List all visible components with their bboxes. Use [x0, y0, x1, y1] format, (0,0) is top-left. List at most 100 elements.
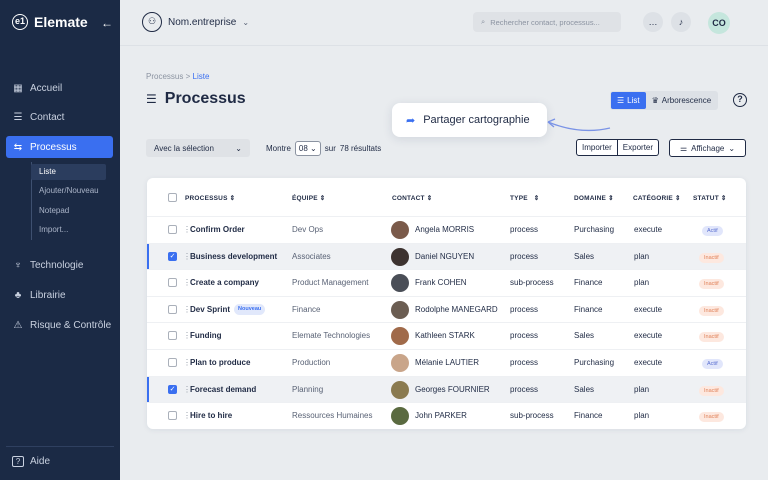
process-name: Forecast demand: [190, 384, 257, 394]
row-checkbox[interactable]: [168, 225, 177, 234]
column-header-domaine[interactable]: DOMAINE ⇕: [574, 194, 614, 202]
type-cell: process: [510, 331, 539, 341]
team-cell: Finance: [292, 304, 321, 314]
sidebar-item-technologie[interactable]: ♆ Technologie: [6, 254, 113, 276]
table-row[interactable]: ⋮ Hire to hire Ressources Humaines John PAR…: [147, 402, 746, 429]
org-name: Nom.entreprise: [168, 16, 237, 28]
row-checkbox[interactable]: [168, 411, 177, 421]
import-button[interactable]: Importer: [576, 139, 618, 156]
sidebar-item-accueil[interactable]: ▦ Accueil: [6, 77, 113, 99]
tech-icon: ♆: [14, 259, 22, 271]
sidebar-subitem-liste[interactable]: Liste: [31, 164, 106, 180]
process-name-cell[interactable]: Plan to produce: [190, 350, 250, 376]
view-tree-button[interactable]: ♛ Arborescence: [646, 92, 718, 109]
contact-cell[interactable]: John PARKER: [415, 403, 467, 429]
contact-cell[interactable]: Georges FOURNIER: [415, 377, 490, 403]
view-list-button[interactable]: ☰ List: [611, 92, 646, 109]
process-name-cell[interactable]: Dev Sprint Nouveau: [190, 297, 266, 323]
column-header-equipe[interactable]: ÉQUIPE ⇕: [292, 194, 325, 202]
process-name-cell[interactable]: Forecast demand: [190, 377, 256, 403]
display-options-button[interactable]: ⚌ Affichage ⌄: [669, 139, 746, 157]
list-icon: ☰: [146, 92, 157, 106]
contact-cell[interactable]: Angela MORRIS: [415, 217, 474, 243]
process-name-cell[interactable]: Confirm Order: [190, 217, 245, 243]
team-cell: Dev Ops: [292, 225, 324, 234]
share-mapping-tooltip[interactable]: ➦ Partager cartographie: [392, 103, 547, 137]
column-header-contact[interactable]: CONTACT ⇕: [392, 194, 432, 202]
table-row[interactable]: ✓ ⋮ Forecast demand Planning Georges FOURNIE…: [147, 375, 746, 403]
column-header-processus[interactable]: PROCESSUS ⇕: [185, 194, 235, 202]
sidebar-subitem-import[interactable]: Import...: [31, 222, 68, 238]
process-table: PROCESSUS ⇕ ÉQUIPE ⇕ CONTACT ⇕ TYPE ⇕ DO…: [147, 178, 746, 429]
sidebar-item-risque[interactable]: ⚠ Risque & Contrôle: [6, 314, 113, 336]
team-cell: Product Management: [292, 278, 369, 288]
sidebar-item-label: Processus: [30, 141, 77, 153]
column-header-categorie[interactable]: CATÉGORIE ⇕: [633, 194, 681, 202]
process-name: Create a company: [190, 278, 259, 288]
status-badge: Inactif: [699, 332, 724, 343]
table-row[interactable]: ⋮ Plan to produce Production Mélanie LAUTIE…: [147, 349, 746, 376]
help-label: Aide: [30, 456, 51, 467]
sidebar-item-librairie[interactable]: ♣ Librairie: [6, 284, 113, 306]
app-logo[interactable]: e1 Elemate: [12, 14, 88, 30]
sidebar-subitem-notepad[interactable]: Notepad: [31, 203, 69, 219]
table-row[interactable]: ⋮ Create a company Product Management Frank…: [147, 269, 746, 296]
process-name: Business development: [190, 251, 278, 261]
org-selector[interactable]: ⚇ Nom.entreprise ⌄: [142, 12, 249, 32]
process-name-cell[interactable]: Funding: [190, 323, 222, 349]
contact-cell[interactable]: Frank COHEN: [415, 270, 467, 296]
table-row[interactable]: ⋮ Confirm Order Dev Ops Angela MORRIS proces…: [147, 216, 746, 243]
sidebar-item-processus[interactable]: ⇆ Processus: [6, 136, 113, 158]
column-header-type[interactable]: TYPE ⇕: [510, 194, 539, 202]
contact-cell[interactable]: Kathleen STARK: [415, 323, 475, 349]
search-placeholder: Rechercher contact, processus...: [490, 17, 600, 27]
breadcrumb-parent[interactable]: Processus: [146, 72, 183, 81]
category-cell: execute: [634, 358, 663, 367]
help-button[interactable]: ?: [733, 93, 747, 107]
sidebar-subitem-ajouter[interactable]: Ajouter/Nouveau: [31, 183, 99, 199]
collapse-sidebar-icon[interactable]: ←: [101, 16, 113, 30]
chat-icon[interactable]: …: [643, 12, 663, 32]
row-checkbox[interactable]: [168, 331, 177, 341]
chevron-down-icon: ⌄: [235, 143, 242, 153]
domain-cell: Finance: [574, 304, 603, 314]
sidebar-item-label: Accueil: [30, 82, 63, 94]
search-input[interactable]: ⌕ Rechercher contact, processus...: [473, 12, 621, 32]
domain-cell: Purchasing: [574, 358, 615, 367]
contact-avatar: [391, 380, 409, 399]
user-avatar[interactable]: CO: [708, 12, 730, 34]
process-name-cell[interactable]: Hire to hire: [190, 403, 232, 429]
contact-cell[interactable]: Rodolphe MANEGARD: [415, 297, 498, 323]
process-name: Plan to produce: [190, 358, 251, 367]
team-cell: Associates: [292, 251, 331, 261]
export-button[interactable]: Exporter: [617, 139, 660, 156]
sidebar-item-label: Contact: [30, 111, 65, 123]
contact-cell[interactable]: Mélanie LAUTIER: [415, 350, 479, 376]
process-name-cell[interactable]: Create a company: [190, 270, 259, 296]
row-checkbox[interactable]: [168, 358, 177, 367]
contact-avatar: [391, 274, 409, 293]
table-row[interactable]: ⋮ Dev Sprint Nouveau Finance Rodolphe MANEGA…: [147, 295, 746, 323]
selection-dropdown[interactable]: Avec la sélection ⌄: [146, 139, 250, 157]
process-name: Dev Sprint: [190, 304, 231, 314]
row-checkbox[interactable]: [168, 304, 177, 314]
category-cell: execute: [634, 225, 663, 234]
contact-cell[interactable]: Daniel NGUYEN: [415, 244, 474, 270]
column-header-statut[interactable]: STATUT ⇕: [693, 194, 727, 202]
row-checkbox[interactable]: ✓: [168, 384, 177, 394]
table-row[interactable]: ✓ ⋮ Business development Associates Daniel N…: [147, 242, 746, 270]
row-checkbox[interactable]: [168, 278, 177, 288]
table-row[interactable]: ⋮ Funding Elemate Technologies Kathleen STA…: [147, 322, 746, 349]
library-icon: ♣: [14, 289, 22, 301]
page-size-select[interactable]: 08 ⌄: [294, 140, 321, 156]
row-checkbox[interactable]: ✓: [168, 251, 177, 261]
domain-cell: Finance: [574, 411, 603, 421]
bell-icon[interactable]: ♪: [671, 12, 691, 32]
sidebar-item-label: Librairie: [30, 289, 66, 301]
new-badge: Nouveau: [234, 304, 266, 316]
process-name-cell[interactable]: Business development: [190, 244, 277, 270]
help-link[interactable]: ? Aide: [12, 456, 50, 467]
select-all-checkbox[interactable]: [168, 193, 177, 202]
view-tree-label: Arborescence: [661, 96, 712, 105]
sidebar-item-contact[interactable]: ☰ Contact: [6, 106, 113, 128]
